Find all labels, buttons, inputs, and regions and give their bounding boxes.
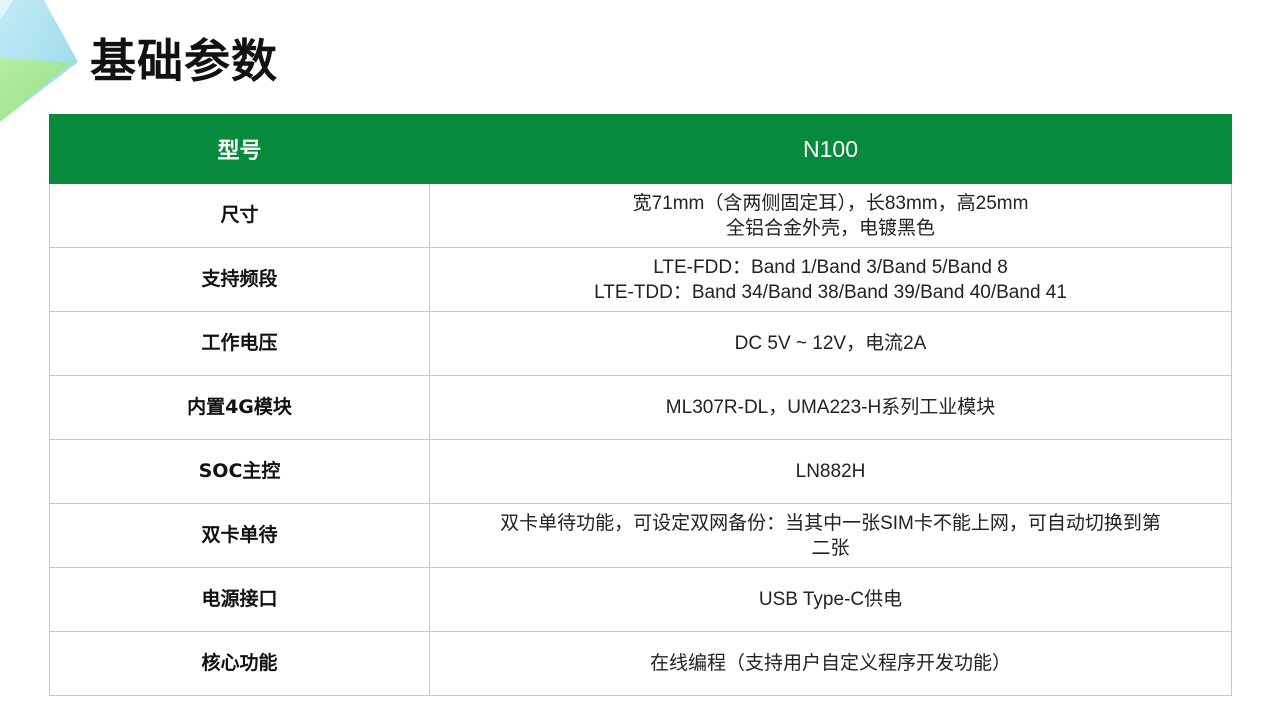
row-value-cell: 在线编程（支持用户自定义程序开发功能） [429, 631, 1232, 696]
row-value-cell: USB Type-C供电 [429, 567, 1232, 632]
table-row: 核心功能 在线编程（支持用户自定义程序开发功能） [49, 631, 1232, 696]
table-row: SOC主控 LN882H [49, 439, 1232, 504]
row-key-cell: 核心功能 [49, 631, 430, 696]
header-key-cell: 型号 [49, 114, 430, 184]
row-key-cell: 内置4G模块 [49, 375, 430, 440]
row-value-cell: DC 5V ~ 12V，电流2A [429, 311, 1232, 376]
table-row: 工作电压 DC 5V ~ 12V，电流2A [49, 311, 1232, 376]
row-value-line: USB Type-C供电 [758, 589, 903, 610]
row-value-line: 在线编程（支持用户自定义程序开发功能） [649, 653, 1011, 674]
row-value-cell: LN882H [429, 439, 1232, 504]
page-title: 基础参数 [90, 34, 278, 88]
row-key-cell: 工作电压 [49, 311, 430, 376]
row-value-line: LN882H [795, 461, 866, 482]
row-value-line: LTE-FDD：Band 1/Band 3/Band 5/Band 8 [653, 256, 1008, 278]
corner-decoration [0, 0, 78, 122]
table-row: 内置4G模块 ML307R-DL，UMA223-H系列工业模块 [49, 375, 1232, 440]
spec-table: 型号 N100 尺寸 宽71mm（含两侧固定耳），长83mm，高25mm 全铝合金外… [49, 114, 1232, 696]
row-key-cell: SOC主控 [49, 439, 430, 504]
table-row: 支持频段 LTE-FDD：Band 1/Band 3/Band 5/Band 8L… [49, 247, 1232, 312]
row-value-line: ML307R-DL，UMA223-H系列工业模块 [665, 397, 996, 418]
table-row: 尺寸 宽71mm（含两侧固定耳），长83mm，高25mm 全铝合金外壳，电镀黑色 [49, 183, 1232, 248]
row-value-line: 二张 [811, 537, 850, 559]
row-key-cell: 支持频段 [49, 247, 430, 312]
row-value-cell: ML307R-DL，UMA223-H系列工业模块 [429, 375, 1232, 440]
row-value-line: 全铝合金外壳，电镀黑色 [725, 217, 935, 239]
row-key-cell: 电源接口 [49, 567, 430, 632]
table-header-row: 型号 N100 [49, 114, 1232, 184]
row-value-cell: 宽71mm（含两侧固定耳），长83mm，高25mm 全铝合金外壳，电镀黑色 [429, 183, 1232, 248]
header-value-cell: N100 [429, 114, 1232, 184]
row-key-cell: 双卡单待 [49, 503, 430, 568]
row-value-line: 双卡单待功能，可设定双网备份：当其中一张SIM卡不能上网，可自动切换到第 [500, 512, 1161, 534]
row-value-line: DC 5V ~ 12V，电流2A [734, 333, 927, 354]
row-value-line: LTE-TDD：Band 34/Band 38/Band 39/Band 40/… [594, 281, 1067, 303]
row-value-cell: LTE-FDD：Band 1/Band 3/Band 5/Band 8 LTE-T… [429, 247, 1232, 312]
row-value-line: 宽71mm（含两侧固定耳），长83mm，高25mm [632, 192, 1029, 214]
table-row: 双卡单待 双卡单待功能，可设定双网备份：当其中一张SIM卡不能上网，可自动切换到第… [49, 503, 1232, 568]
table-row: 电源接口 USB Type-C供电 [49, 567, 1232, 632]
row-value-cell: 双卡单待功能，可设定双网备份：当其中一张SIM卡不能上网，可自动切换到第 二张 [429, 503, 1232, 568]
row-key-cell: 尺寸 [49, 183, 430, 248]
